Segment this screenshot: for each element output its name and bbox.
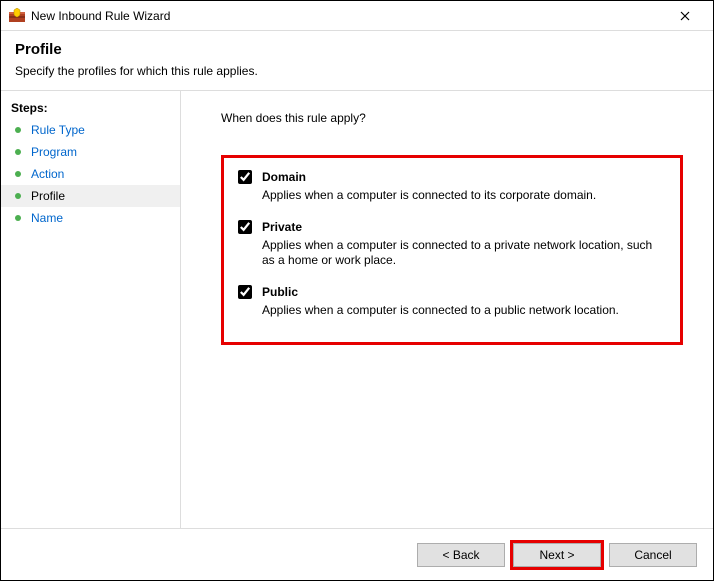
checkbox-row-domain[interactable]: Domain	[238, 170, 662, 184]
step-bullet-icon	[15, 171, 21, 177]
step-profile[interactable]: Profile	[1, 185, 180, 207]
close-button[interactable]	[665, 2, 705, 30]
step-bullet-icon	[15, 127, 21, 133]
step-bullet-icon	[15, 149, 21, 155]
cancel-button[interactable]: Cancel	[609, 543, 697, 567]
checkbox-label: Private	[262, 220, 302, 234]
question-text: When does this rule apply?	[221, 111, 693, 125]
checkbox-private[interactable]	[238, 220, 252, 234]
step-rule-type[interactable]: Rule Type	[1, 119, 180, 141]
step-label: Rule Type	[31, 123, 85, 137]
step-action[interactable]: Action	[1, 163, 180, 185]
window-title: New Inbound Rule Wizard	[31, 9, 665, 23]
step-name[interactable]: Name	[1, 207, 180, 229]
checkbox-desc: Applies when a computer is connected to …	[262, 188, 662, 204]
profile-option-private: Private Applies when a computer is conne…	[238, 220, 662, 269]
wizard-footer: < Back Next > Cancel	[1, 528, 713, 580]
checkbox-domain[interactable]	[238, 170, 252, 184]
wizard-header: Profile Specify the profiles for which t…	[1, 31, 713, 91]
checkbox-label: Domain	[262, 170, 306, 184]
step-label: Name	[31, 211, 63, 225]
checkbox-public[interactable]	[238, 285, 252, 299]
steps-header: Steps:	[1, 97, 180, 119]
step-label: Program	[31, 145, 77, 159]
checkbox-label: Public	[262, 285, 298, 299]
wizard-body: Steps: Rule Type Program Action Profile …	[1, 91, 713, 528]
profile-option-domain: Domain Applies when a computer is connec…	[238, 170, 662, 204]
wizard-window: New Inbound Rule Wizard Profile Specify …	[0, 0, 714, 581]
profiles-highlight: Domain Applies when a computer is connec…	[221, 155, 683, 345]
firewall-icon	[9, 8, 25, 24]
back-button[interactable]: < Back	[417, 543, 505, 567]
checkbox-desc: Applies when a computer is connected to …	[262, 303, 662, 319]
checkbox-desc: Applies when a computer is connected to …	[262, 238, 662, 269]
checkbox-row-public[interactable]: Public	[238, 285, 662, 299]
titlebar: New Inbound Rule Wizard	[1, 1, 713, 31]
step-bullet-icon	[15, 215, 21, 221]
step-label: Profile	[31, 189, 65, 203]
content-panel: When does this rule apply? Domain Applie…	[181, 91, 713, 528]
step-bullet-icon	[15, 193, 21, 199]
step-label: Action	[31, 167, 64, 181]
checkbox-row-private[interactable]: Private	[238, 220, 662, 234]
steps-panel: Steps: Rule Type Program Action Profile …	[1, 91, 181, 528]
page-title: Profile	[15, 41, 699, 58]
page-subtitle: Specify the profiles for which this rule…	[15, 64, 699, 78]
step-program[interactable]: Program	[1, 141, 180, 163]
next-button[interactable]: Next >	[513, 543, 601, 567]
profile-option-public: Public Applies when a computer is connec…	[238, 285, 662, 319]
